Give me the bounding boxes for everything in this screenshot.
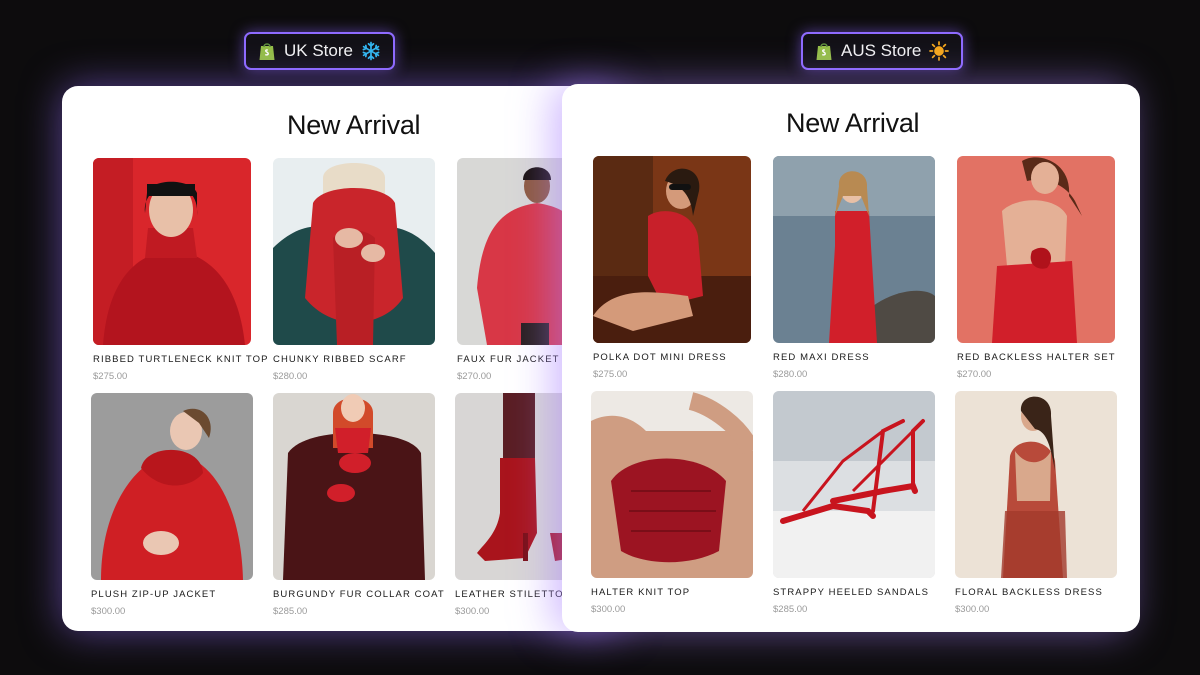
product-name[interactable]: RED MAXI DRESS xyxy=(773,352,935,363)
product-price: $280.00 xyxy=(773,369,808,380)
product-image[interactable] xyxy=(273,393,435,580)
product-card[interactable]: STRAPPY HEELED SANDALS $285.00 xyxy=(773,391,935,615)
product-image[interactable] xyxy=(591,391,753,578)
product-image[interactable] xyxy=(273,158,435,345)
product-price: $285.00 xyxy=(273,606,308,617)
product-card[interactable]: FLORAL BACKLESS DRESS $300.00 xyxy=(955,391,1117,615)
product-price: $275.00 xyxy=(93,371,128,382)
product-price: $275.00 xyxy=(593,369,628,380)
product-price: $285.00 xyxy=(773,604,808,615)
aus-store-label: AUS Store xyxy=(841,41,922,60)
shopify-bag-icon xyxy=(258,41,276,61)
product-image[interactable] xyxy=(773,391,935,578)
product-name[interactable]: HALTER KNIT TOP xyxy=(591,587,753,598)
aus-store-card: New Arrival POLKA DOT MINI DRESS $275.00 xyxy=(562,84,1140,632)
product-price: $300.00 xyxy=(91,606,126,617)
product-card[interactable]: POLKA DOT MINI DRESS $275.00 xyxy=(593,156,751,380)
product-name[interactable]: RED BACKLESS HALTER SET xyxy=(957,352,1115,363)
product-card[interactable]: BURGUNDY FUR COLLAR COAT $285.00 xyxy=(273,393,444,617)
product-image[interactable] xyxy=(93,158,251,345)
product-card[interactable]: HALTER KNIT TOP $300.00 xyxy=(591,391,753,615)
product-price: $300.00 xyxy=(955,604,990,615)
product-card[interactable]: PLUSH ZIP-UP JACKET $300.00 xyxy=(91,393,253,617)
product-image[interactable] xyxy=(91,393,253,580)
sun-icon xyxy=(929,41,950,61)
uk-store-badge[interactable]: UK Store xyxy=(244,32,395,70)
product-name[interactable]: POLKA DOT MINI DRESS xyxy=(593,352,751,363)
product-card[interactable]: RIBBED TURTLENECK KNIT TOP $275.00 xyxy=(93,158,267,382)
product-image[interactable] xyxy=(957,156,1115,343)
product-card[interactable]: RED MAXI DRESS $280.00 xyxy=(773,156,935,380)
uk-page-title: New Arrival xyxy=(287,110,421,140)
product-card[interactable]: CHUNKY RIBBED SCARF $280.00 xyxy=(273,158,435,382)
product-name[interactable]: STRAPPY HEELED SANDALS xyxy=(773,587,935,598)
product-price: $280.00 xyxy=(273,371,308,382)
product-price: $300.00 xyxy=(591,604,626,615)
snowflake-icon xyxy=(361,41,381,61)
product-card[interactable]: RED BACKLESS HALTER SET $270.00 xyxy=(957,156,1115,380)
uk-store-label: UK Store xyxy=(284,41,353,60)
product-name[interactable]: BURGUNDY FUR COLLAR COAT xyxy=(273,589,444,600)
product-name[interactable]: RIBBED TURTLENECK KNIT TOP xyxy=(93,354,267,365)
product-image[interactable] xyxy=(955,391,1117,578)
product-image[interactable] xyxy=(593,156,751,343)
product-name[interactable]: PLUSH ZIP-UP JACKET xyxy=(91,589,253,600)
aus-store-badge[interactable]: AUS Store xyxy=(801,32,964,70)
aus-page-title: New Arrival xyxy=(786,108,920,138)
product-price: $270.00 xyxy=(957,369,992,380)
product-name[interactable]: CHUNKY RIBBED SCARF xyxy=(273,354,435,365)
product-name[interactable]: FLORAL BACKLESS DRESS xyxy=(955,587,1117,598)
product-image[interactable] xyxy=(773,156,935,343)
shopify-bag-icon xyxy=(815,41,833,61)
uk-store-card: New Arrival RIBBED TURTLENECK KNIT TOP $… xyxy=(62,86,622,631)
